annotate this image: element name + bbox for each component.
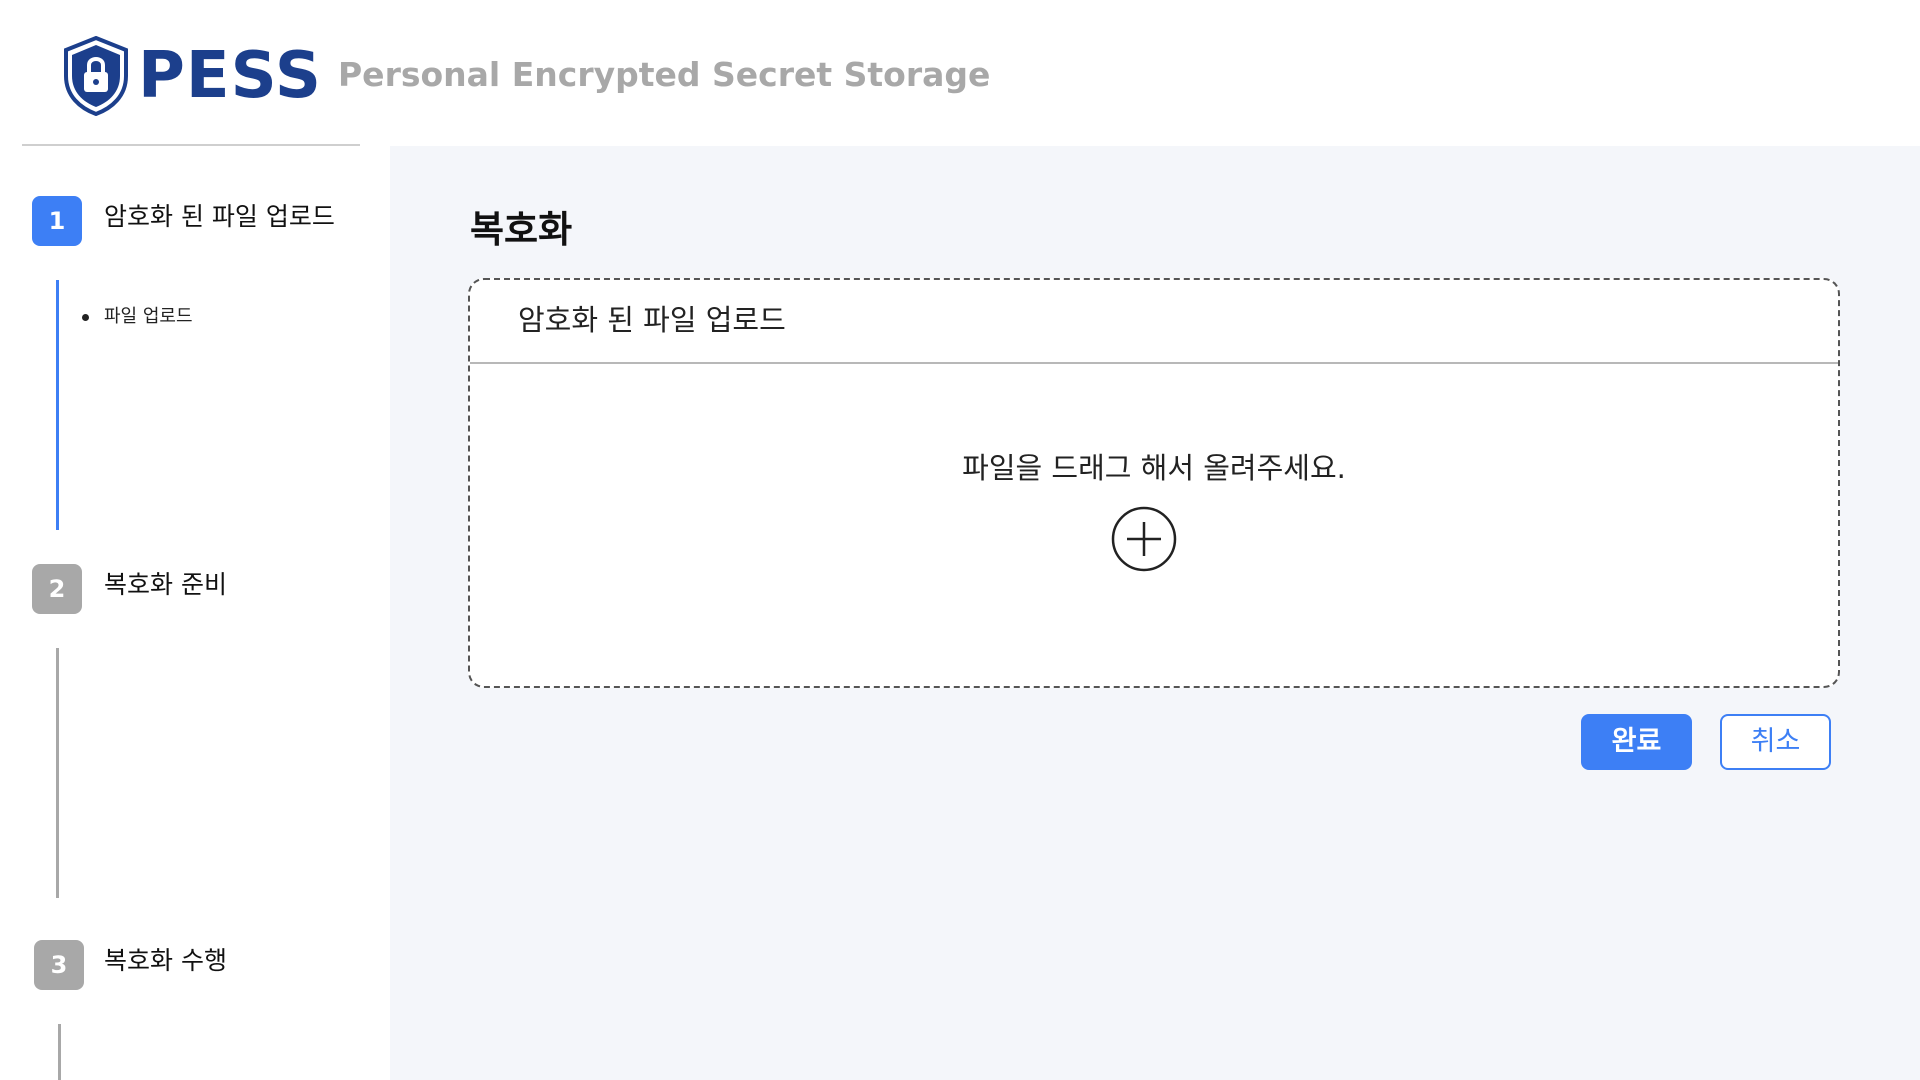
file-dropzone[interactable]: 암호화 된 파일 업로드 파일을 드래그 해서 올려주세요.	[468, 278, 1840, 688]
step-2-badge[interactable]: 2	[32, 564, 82, 614]
dropzone-hint: 파일을 드래그 해서 올려주세요.	[962, 451, 1346, 485]
sub-item-bullet	[82, 314, 89, 321]
shield-lock-icon	[64, 36, 128, 116]
step-1-connector	[56, 280, 59, 530]
logo-tagline: Personal Encrypted Secret Storage	[338, 55, 991, 94]
dropzone-title: 암호화 된 파일 업로드	[518, 303, 786, 337]
confirm-button[interactable]: 완료	[1581, 714, 1692, 770]
plus-circle-icon[interactable]	[1111, 506, 1177, 572]
step-3-connector	[58, 1024, 61, 1080]
logo-text: PESS	[138, 39, 322, 113]
step-3-label[interactable]: 복호화 수행	[104, 944, 227, 978]
step-2-label[interactable]: 복호화 준비	[104, 568, 227, 602]
cancel-button[interactable]: 취소	[1720, 714, 1831, 770]
step-1-badge[interactable]: 1	[32, 196, 82, 246]
main-content: 복호화 암호화 된 파일 업로드 파일을 드래그 해서 올려주세요. 완료 취소	[390, 146, 1920, 1080]
step-1-label[interactable]: 암호화 된 파일 업로드	[104, 200, 335, 234]
step-2-connector	[56, 648, 59, 898]
page-title: 복호화	[470, 208, 573, 251]
step-3-badge[interactable]: 3	[34, 940, 84, 990]
step-sidebar: 1 암호화 된 파일 업로드 파일 업로드 2 복호화 준비 3 복호화 수행	[0, 146, 390, 1080]
dropzone-divider	[470, 362, 1838, 364]
app-header: PESS Personal Encrypted Secret Storage	[0, 0, 1920, 146]
sub-step-file-upload[interactable]: 파일 업로드	[104, 304, 193, 330]
